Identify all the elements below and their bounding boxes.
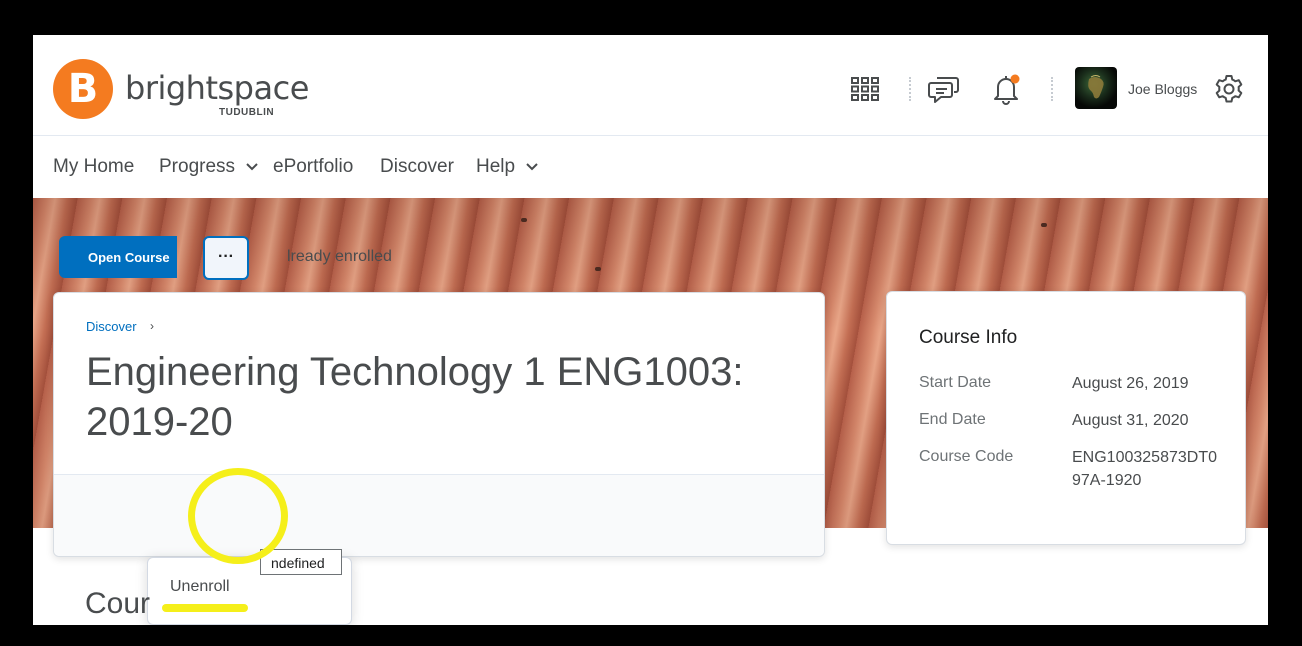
waffle-grid-icon[interactable] [849,73,881,105]
course-code-value: ENG100325873DT097A-1920 [1072,449,1217,489]
menu-item-unenroll[interactable]: Unenroll [170,578,230,596]
breadcrumb-arrow-icon: › [150,319,154,333]
header-separator [1051,77,1053,101]
page-title: Engineering Technology 1 ENG1003: 2019-2… [86,350,744,444]
message-icon[interactable] [928,73,960,105]
nav-eportfolio[interactable]: ePortfolio [273,156,353,178]
highlight-circle [188,468,288,564]
logo-letter: B [67,66,99,112]
course-code-label: Course Code [919,448,1014,465]
open-course-button[interactable]: Open Course [59,236,177,278]
brightspace-logo-icon[interactable]: B [53,59,113,119]
course-card: Discover › Engineering Technology 1 ENG1… [53,292,825,557]
banner-detail [1041,223,1047,227]
highlight-underline [162,604,248,612]
start-date-label: Start Date [919,374,992,391]
banner-detail [521,218,527,222]
top-bar: B brightspace TUDUBLIN Joe Bloggs [33,35,1268,136]
nav-discover-label: Discover [380,156,454,177]
brand-name: brightspace [125,69,309,107]
breadcrumb-discover[interactable]: Discover [86,319,137,334]
bell-icon[interactable] [990,73,1022,105]
main-navigation: My Home Progress ePortfolio Discover Hel… [33,136,1268,198]
section-heading: Cour [85,587,151,620]
nav-progress-label: Progress [159,156,236,177]
avatar[interactable] [1075,67,1117,109]
chevron-down-icon [246,163,259,171]
nav-progress[interactable]: Progress [159,156,259,178]
start-date-value: August 26, 2019 [1072,375,1189,392]
nav-help[interactable]: Help [476,156,539,178]
tooltip: ndefined [260,549,342,575]
nav-my-home-label: My Home [53,156,135,177]
end-date-value: August 31, 2020 [1072,412,1189,429]
enrollment-status: lready enrolled [287,248,392,265]
nav-my-home[interactable]: My Home [53,156,134,178]
card-footer [54,475,824,556]
nav-eportfolio-label: ePortfolio [273,156,354,177]
end-date-label: End Date [919,411,986,428]
user-name[interactable]: Joe Bloggs [1128,81,1197,97]
notification-dot [1010,74,1020,84]
nav-discover[interactable]: Discover [380,156,454,178]
banner-detail [595,267,601,271]
brand-sub: TUDUBLIN [219,107,275,118]
course-info-card: Course Info Start Date August 26, 2019 E… [886,291,1246,545]
chevron-down-icon [526,163,539,171]
nav-help-label: Help [476,156,516,177]
header-separator [909,77,911,101]
more-options-button[interactable]: ··· [203,236,249,280]
gear-icon[interactable] [1213,73,1245,105]
course-info-title: Course Info [919,327,1018,348]
